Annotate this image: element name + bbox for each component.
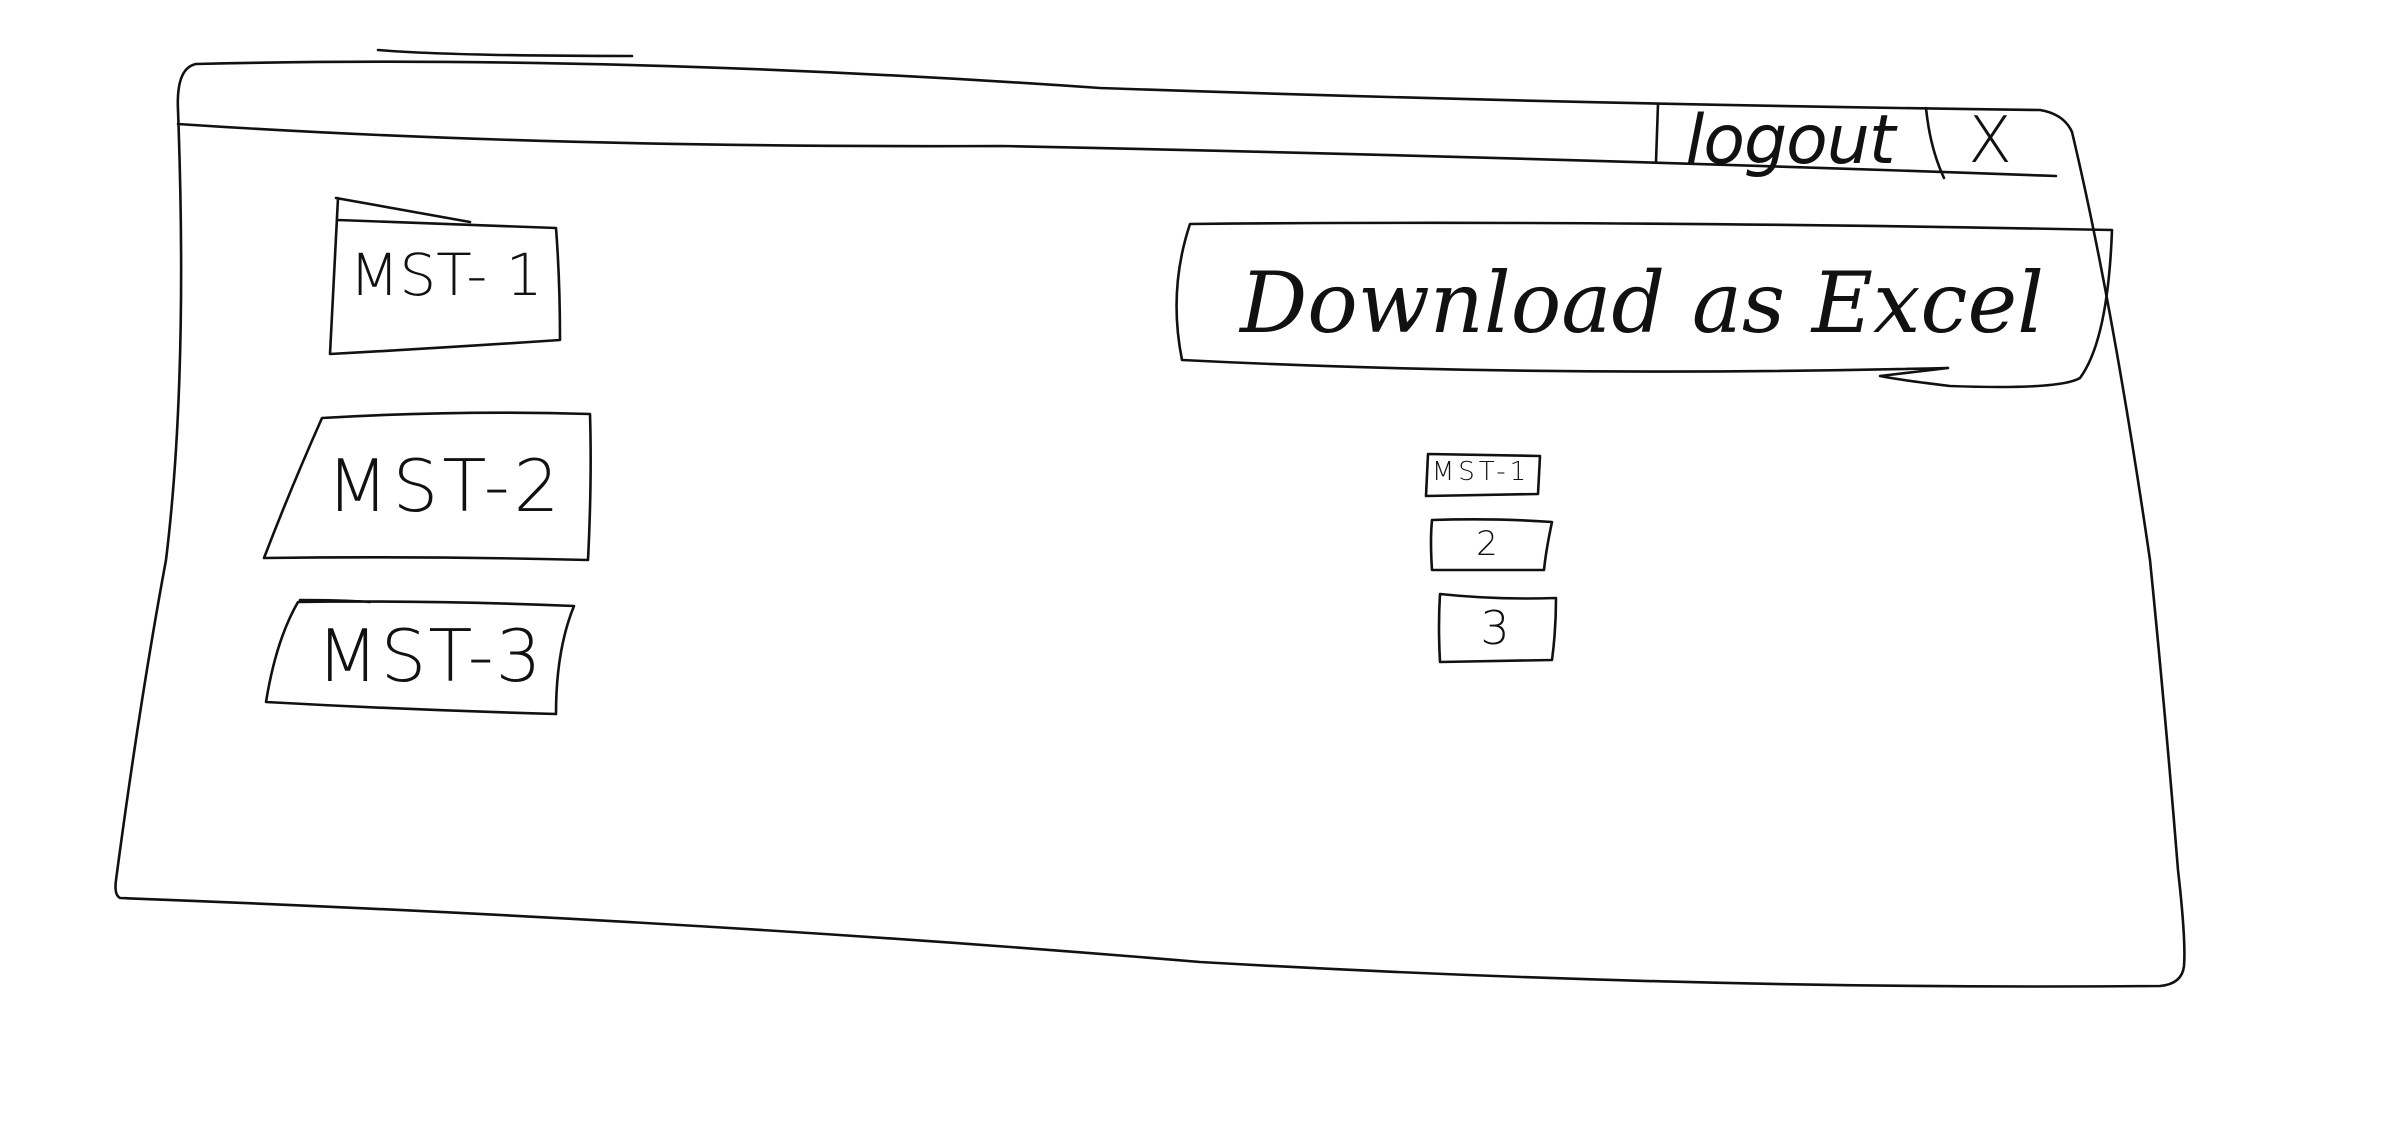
small-3-label: 3 xyxy=(1480,601,1510,655)
small-mst-1-label: MST-1 xyxy=(1431,457,1531,487)
logout-label: logout xyxy=(1685,101,1895,180)
mst-2-label: MST-2 xyxy=(326,444,564,528)
sketch-canvas: logout X MST- 1 MST-2 MST-3 Download as … xyxy=(0,0,2395,1148)
small-2-label: 2 xyxy=(1476,524,1498,564)
stray-top-line xyxy=(376,48,634,58)
mst-3-label: MST-3 xyxy=(316,614,544,698)
close-icon: X xyxy=(1968,104,2012,178)
download-excel-label: Download as Excel xyxy=(1239,254,2045,352)
mst-1-label: MST- 1 xyxy=(349,241,543,309)
